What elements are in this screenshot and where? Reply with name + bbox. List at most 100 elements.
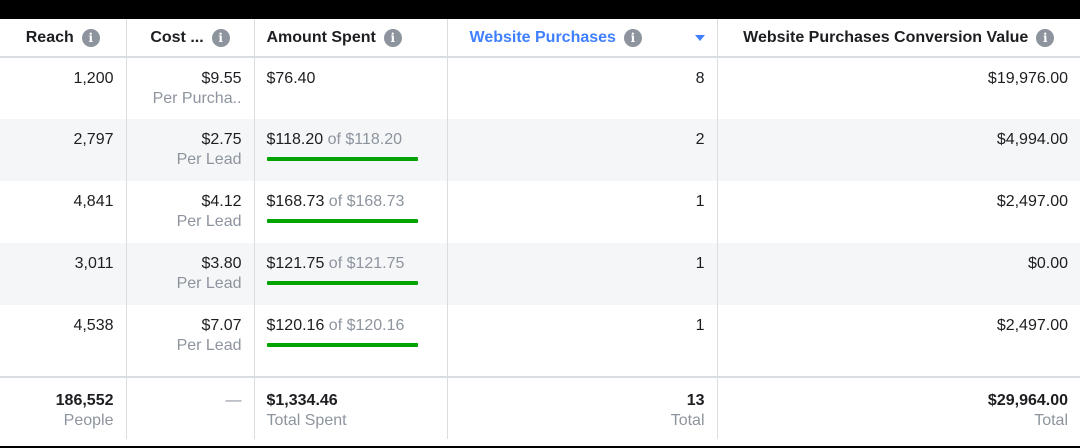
info-icon[interactable]: i: [623, 28, 642, 47]
cost-cell: $3.80 Per Lead: [126, 243, 255, 305]
cost-cell: $2.75 Per Lead: [126, 119, 255, 181]
conversion-value-cell: $2,497.00: [717, 181, 1080, 243]
info-icon[interactable]: i: [383, 28, 402, 47]
budget-label: of $118.20: [323, 131, 403, 148]
purchases-cell: 8: [447, 57, 718, 119]
total-cost-cell: —: [126, 377, 255, 439]
cost-value: $9.55: [201, 70, 242, 87]
conversion-value: $4,994.00: [996, 131, 1068, 148]
purchases-value: 8: [695, 70, 705, 87]
total-amount-spent-label: Total Spent: [266, 412, 347, 429]
purchases-cell: 2: [447, 119, 718, 181]
cost-cell: $4.12 Per Lead: [126, 181, 255, 243]
total-purchases-label: Total: [670, 412, 705, 429]
cost-cell: $7.07 Per Lead: [126, 305, 255, 367]
amount-spent-value: $118.20: [266, 131, 324, 148]
reach-value: 1,200: [73, 70, 114, 87]
conversion-value-cell: $4,994.00: [717, 119, 1080, 181]
table-row[interactable]: 3,011 $3.80 Per Lead $121.75 of $121.75 1…: [0, 243, 1080, 305]
totals-divider: [0, 367, 1080, 378]
amount-spent-value: $120.16: [266, 317, 325, 334]
reach-cell: 4,841: [0, 181, 127, 243]
reach-cell: 4,538: [0, 305, 127, 367]
amount-spent-cell: $121.75 of $121.75: [254, 243, 448, 305]
amount-spent-cell: $168.73 of $168.73: [254, 181, 448, 243]
cost-cell: $9.55 Per Purcha..: [126, 57, 255, 119]
reach-value: 2,797: [73, 131, 114, 148]
cost-sublabel: Per Lead: [176, 337, 242, 354]
column-header-label: Website Purchases Conversion Value: [743, 28, 1029, 46]
amount-spent-value: $121.75: [266, 255, 325, 272]
reach-value: 3,011: [74, 255, 114, 272]
budget-progress-fill: [266, 343, 418, 347]
total-purchases-value: 13: [686, 392, 705, 409]
ads-results-table-panel: Reach i Cost ... i Amount Spent i Website P…: [0, 19, 1080, 446]
total-cost-value: —: [225, 392, 242, 409]
column-header-label: Website Purchases: [469, 28, 616, 46]
cost-sublabel: Per Lead: [176, 151, 242, 168]
amount-spent-cell: $118.20 of $118.20: [254, 119, 448, 181]
amount-spent-value: $76.40: [266, 70, 316, 87]
column-header-website-purchases[interactable]: Website Purchases i: [447, 19, 718, 58]
total-reach-label: People: [63, 412, 114, 429]
budget-label: of $121.75: [324, 255, 405, 272]
budget-progress-bar: [266, 343, 418, 347]
budget-progress-fill: [266, 219, 418, 223]
purchases-cell: 1: [447, 181, 718, 243]
total-reach-cell: 186,552 People: [0, 377, 127, 439]
conversion-value-cell: $2,497.00: [717, 305, 1080, 367]
budget-progress-fill: [266, 281, 418, 285]
purchases-cell: 1: [447, 243, 718, 305]
conversion-value: $0.00: [1027, 255, 1068, 272]
totals-row: 186,552 People — $1,334.46 Total Spent 13 T…: [0, 377, 1080, 439]
purchases-value: 1: [695, 193, 705, 210]
column-header-reach[interactable]: Reach i: [0, 19, 127, 58]
purchases-cell: 1: [447, 305, 718, 367]
sort-descending-icon[interactable]: [694, 34, 705, 41]
reach-cell: 1,200: [0, 57, 127, 119]
budget-progress-bar: [266, 281, 418, 285]
amount-spent-cell: $76.40: [254, 57, 448, 119]
cost-value: $4.12: [201, 193, 242, 210]
cost-sublabel: Per Purcha..: [152, 90, 242, 107]
column-header-cost[interactable]: Cost ... i: [126, 19, 255, 58]
total-amount-spent-value: $1,334.46: [266, 392, 338, 409]
amount-spent-value: $168.73: [266, 193, 325, 210]
reach-value: 4,538: [73, 317, 114, 334]
column-header-label: Amount Spent: [266, 28, 376, 46]
conversion-value: $19,976.00: [987, 70, 1068, 87]
reach-value: 4,841: [73, 193, 114, 210]
table-row[interactable]: 4,841 $4.12 Per Lead $168.73 of $168.73 1…: [0, 181, 1080, 243]
purchases-value: 1: [695, 317, 705, 334]
conversion-value: $2,497.00: [996, 317, 1068, 334]
budget-label: of $120.16: [324, 317, 405, 334]
column-header-amount-spent[interactable]: Amount Spent i: [254, 19, 448, 58]
cost-sublabel: Per Lead: [176, 213, 242, 230]
total-purchases-cell: 13 Total: [447, 377, 718, 439]
table-row[interactable]: 1,200 $9.55 Per Purcha.. $76.40 8 $19,976…: [0, 57, 1080, 119]
reach-cell: 2,797: [0, 119, 127, 181]
column-header-label: Cost ...: [150, 28, 204, 46]
info-icon[interactable]: i: [1036, 28, 1055, 47]
cost-value: $3.80: [201, 255, 242, 272]
purchases-value: 2: [695, 131, 705, 148]
table-row[interactable]: 2,797 $2.75 Per Lead $118.20 of $118.20 2…: [0, 119, 1080, 181]
conversion-value-cell: $19,976.00: [717, 57, 1080, 119]
purchases-value: 1: [695, 255, 705, 272]
budget-progress-bar: [266, 157, 418, 161]
cost-value: $2.75: [201, 131, 242, 148]
budget-progress-fill: [266, 157, 418, 161]
table-row[interactable]: 4,538 $7.07 Per Lead $120.16 of $120.16 1…: [0, 305, 1080, 367]
column-header-conversion-value[interactable]: Website Purchases Conversion Value i: [717, 19, 1080, 58]
budget-progress-bar: [266, 219, 418, 223]
budget-label: of $168.73: [324, 193, 405, 210]
info-icon[interactable]: i: [211, 28, 230, 47]
reach-cell: 3,011: [0, 243, 127, 305]
total-amount-spent-cell: $1,334.46 Total Spent: [254, 377, 448, 439]
info-icon[interactable]: i: [81, 28, 100, 47]
cost-sublabel: Per Lead: [176, 275, 242, 292]
results-table: Reach i Cost ... i Amount Spent i Website P…: [0, 19, 1080, 439]
cost-value: $7.07: [201, 317, 242, 334]
conversion-value: $2,497.00: [996, 193, 1068, 210]
conversion-value-cell: $0.00: [717, 243, 1080, 305]
